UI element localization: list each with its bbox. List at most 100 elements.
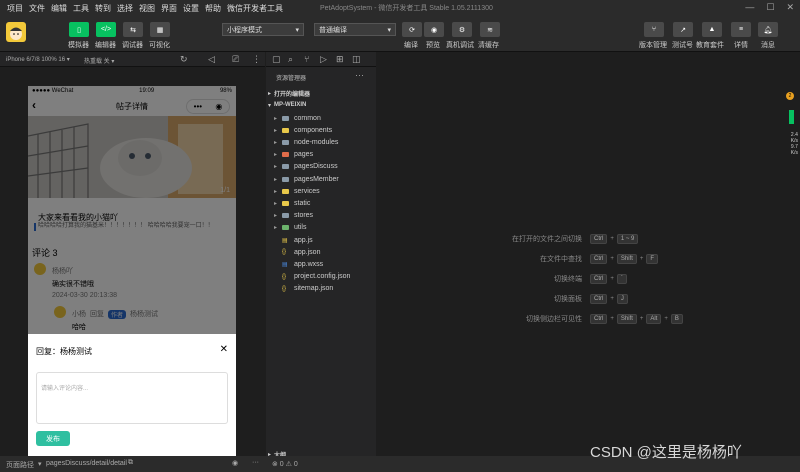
file-item[interactable]: ▤ app.wxss [274,258,384,270]
rotate-icon[interactable]: ⎚ [232,54,239,65]
chevron-right-icon: ▸ [274,213,278,220]
folder-icon [282,176,289,182]
folder-item[interactable]: ▸ static [274,197,384,209]
simulator-label: 模拟器 [68,42,89,49]
extensions-icon[interactable]: ⊞ [336,54,344,65]
eye-icon: ◉ [430,26,438,34]
plus-sign: + [610,256,614,262]
device-select[interactable]: iPhone 6/7/8 100% 16 ▾ [6,56,70,63]
debugger-label: 调试器 [122,42,143,49]
hotreload-select[interactable]: 热重载 关 ▾ [84,56,114,65]
swap-icon: ⇆ [130,26,136,34]
folder-icon [282,139,289,145]
details-label: 详情 [734,42,748,49]
layout-icon[interactable]: ◫ [352,54,361,65]
more-icon[interactable]: ⋮ [252,54,261,65]
menu-view[interactable]: 视图 [136,3,158,14]
menu-wechat-devtools[interactable]: 微信开发者工具 [224,3,286,14]
compile-label: 编译 [404,42,418,49]
menu-goto[interactable]: 转到 [92,3,114,14]
maximize-icon[interactable]: ☐ [766,2,774,13]
key-cap: Ctrl [590,274,608,284]
menu-file[interactable]: 文件 [26,3,48,14]
folder-item[interactable]: ▸ stores [274,210,384,222]
search-icon[interactable]: ⌕ [288,54,293,65]
refresh-icon[interactable]: ↻ [180,54,188,65]
copy-icon[interactable]: ⧉ [128,459,133,467]
messages-label: 消息 [761,42,775,49]
error-warning-count[interactable]: ⊗ 0 ⚠ 0 [272,460,298,468]
menu-help[interactable]: 帮助 [202,3,224,14]
grid-icon: ▦ [156,26,164,34]
test-account-button[interactable]: ↗ [673,22,693,37]
file-icon[interactable]: ▢ [272,54,281,65]
edu-button[interactable]: ▲ [702,22,722,37]
eye-icon[interactable]: ◉ [232,459,238,467]
folder-icon [282,200,289,206]
details-button[interactable]: ≡ [731,22,751,37]
minimize-icon[interactable]: — [745,2,754,13]
editor-area: 在打开的文件之间切换 Ctrl +1 ~ 9 在文件中查找 Ctrl + Shift + F 切换… [377,52,800,456]
folder-item[interactable]: ▸ pagesDiscuss [274,161,384,173]
debug-icon[interactable]: ▷ [320,54,327,65]
sound-icon[interactable]: ◁ [208,54,215,65]
source-control-icon[interactable]: ⑂ [304,54,309,64]
messages-button[interactable]: 🔔︎ [758,22,778,37]
refresh-icon: ⟳ [409,26,415,34]
publish-button[interactable]: 发布 [36,431,70,446]
menu-tools[interactable]: 工具 [70,3,92,14]
menu-settings[interactable]: 设置 [180,3,202,14]
close-icon[interactable]: ✕ [220,344,228,355]
visual-button[interactable]: ▦ [150,22,170,37]
json-file-icon: {} [282,285,287,292]
modal-overlay[interactable] [28,86,236,334]
debugger-button[interactable]: ⇆ [123,22,143,37]
folder-item[interactable]: ▸ utils [274,222,384,234]
tree-item-label: utils [294,224,307,232]
folder-icon [282,188,289,194]
menu-interface[interactable]: 界面 [158,3,180,14]
editor-button[interactable]: </> [96,22,116,37]
tree-item-label: static [294,199,311,207]
file-item[interactable]: {} app.json [274,246,384,258]
project-section[interactable]: ▾ MP-WEIXIN [268,99,378,111]
folder-item[interactable]: ▸ pages [274,149,384,161]
file-item[interactable]: ▤ app.js [274,234,384,246]
more-icon[interactable]: ··· [252,459,259,466]
network-monitor: 2.4 K/s 9.7 K/s [791,132,798,156]
compile-button[interactable]: ⟳ [402,22,422,37]
page-path[interactable]: pagesDiscuss/detail/detail [46,460,127,467]
menu-project[interactable]: 项目 [4,3,26,14]
js-file-icon: ▤ [282,237,288,244]
folder-item[interactable]: ▸ services [274,185,384,197]
chart-icon: ↗ [680,26,686,34]
notification-badge[interactable]: 2 [786,92,794,100]
menu-edit[interactable]: 编辑 [48,3,70,14]
simulator-button[interactable]: ▯ [69,22,89,37]
ellipsis-icon[interactable]: ··· [355,70,364,80]
folder-item[interactable]: ▸ components [274,124,384,136]
compile-select[interactable]: 普通编译 ▾ [314,23,396,36]
open-editors-section[interactable]: ▸ 打开的编辑器 [268,87,378,99]
key-cap: Ctrl [590,234,608,244]
version-button[interactable]: ⑂ [644,22,664,37]
folder-item[interactable]: ▸ common [274,112,384,124]
menu-select[interactable]: 选择 [114,3,136,14]
avatar[interactable] [6,22,26,42]
clear-cache-button[interactable]: ≋ [480,22,500,37]
close-icon[interactable]: ✕ [786,2,794,13]
remote-debug-button[interactable]: ⚙ [452,22,472,37]
shortcut-keys: Ctrl + J [587,294,628,304]
shortcut-hint: 在文件中查找 Ctrl + Shift + F [377,254,800,264]
chevron-right-icon: ▸ [274,139,278,146]
file-item[interactable]: {} project.config.json [274,271,384,283]
comment-textarea[interactable]: 请输入评论内容... [36,372,228,424]
file-item[interactable]: {} sitemap.json [274,283,384,295]
folder-item[interactable]: ▸ node-modules [274,136,384,148]
shortcut-keys: Ctrl + Shift + F [587,254,659,264]
mode-select[interactable]: 小程序模式 ▾ [222,23,304,36]
preview-button[interactable]: ◉ [424,22,444,37]
tree-item-label: project.config.json [294,273,351,281]
folder-item[interactable]: ▸ pagesMember [274,173,384,185]
chevron-down-icon[interactable]: ▾ [38,460,42,468]
